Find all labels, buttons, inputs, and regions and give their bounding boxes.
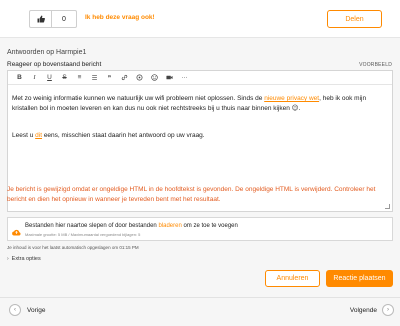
like-count: 0 xyxy=(62,15,66,23)
chevron-right-icon: › xyxy=(7,256,9,262)
privacy-law-link[interactable]: nieuwe privacy wet xyxy=(264,95,319,102)
respond-label: Reageer op bovenstaand bericht xyxy=(7,61,102,68)
dropzone-text: Bestanden hier naartoe slepen of door be… xyxy=(25,223,238,229)
error-message: Je bericht is gewijzigd omdat er ongeldi… xyxy=(7,186,376,203)
ordered-list-icon[interactable]: ≡ xyxy=(72,72,87,84)
preview-tab[interactable]: VOORBEELD xyxy=(359,62,392,68)
previous-label: Vorige xyxy=(27,306,46,314)
cancel-button[interactable]: Annuleren xyxy=(265,270,320,287)
italic-icon[interactable]: I xyxy=(27,72,42,84)
file-dropzone[interactable]: Bestanden hier naartoe slepen of door be… xyxy=(7,217,393,241)
more-options-icon[interactable]: ··· xyxy=(177,72,192,84)
link-icon[interactable] xyxy=(117,72,132,84)
next-page-link[interactable]: Volgende › xyxy=(350,304,394,316)
post-reply-button[interactable]: Reactie plaatsen xyxy=(326,270,393,287)
editor-body[interactable]: Met zo weinig informatie kunnen we natuu… xyxy=(12,94,388,141)
like-button[interactable]: 0 xyxy=(29,10,77,28)
image-icon[interactable] xyxy=(132,72,147,84)
strikethrough-icon[interactable]: S xyxy=(57,72,72,84)
thumbs-up-icon xyxy=(30,11,52,27)
answers-heading: Antwoorden op Harmpie1 xyxy=(7,49,87,56)
editor-toolbar: B I U S ≡ ☰ ❞ ··· xyxy=(8,71,392,85)
unordered-list-icon[interactable]: ☰ xyxy=(87,72,102,84)
chevron-right-icon: › xyxy=(382,304,394,316)
same-question-link[interactable]: Ik heb deze vraag ook! xyxy=(85,14,155,21)
browse-files-link[interactable]: bladeren xyxy=(158,223,181,229)
video-icon[interactable] xyxy=(162,72,177,84)
editor-paragraph-1: Met zo weinig informatie kunnen we natuu… xyxy=(12,95,367,112)
quote-icon[interactable]: ❞ xyxy=(102,72,117,84)
divider xyxy=(0,297,400,298)
underline-icon[interactable]: U xyxy=(42,72,57,84)
autosave-status: Je inhoud is voor het laatst automatisch… xyxy=(7,245,139,250)
bold-icon[interactable]: B xyxy=(12,72,27,84)
extra-options-label: Extra opties xyxy=(11,256,41,262)
this-link[interactable]: dit xyxy=(35,132,42,139)
extra-options-toggle[interactable]: › Extra opties xyxy=(7,256,41,262)
upload-cloud-icon xyxy=(12,223,21,236)
emoji-icon[interactable] xyxy=(147,72,162,84)
previous-page-link[interactable]: ‹ Vorige xyxy=(9,304,45,316)
editor-paragraph-2: Leest u dit eens, misschien staat daarin… xyxy=(12,132,205,139)
upload-limits: Maximale grootte: 5 MB / Maximumaantal v… xyxy=(25,232,141,237)
share-button[interactable]: Delen xyxy=(327,10,382,28)
next-label: Volgende xyxy=(349,306,377,314)
question-actions-bar: 0 Ik heb deze vraag ook! Delen xyxy=(0,0,400,38)
chevron-left-icon: ‹ xyxy=(9,304,21,316)
